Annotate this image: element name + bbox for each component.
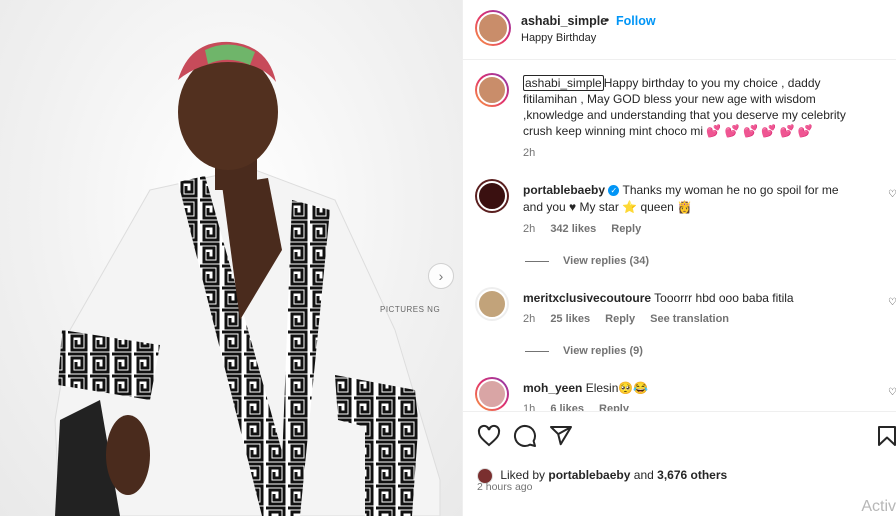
comment-time: 2h <box>523 223 536 235</box>
comment-likes[interactable]: 25 likes <box>550 313 590 325</box>
comment-text: Elesin🥺😂 <box>585 381 649 395</box>
view-replies-button[interactable]: View replies (9) <box>525 345 643 357</box>
comment: portablebaeby ✓ Thanks my woman he no go… <box>523 182 853 216</box>
comment-avatar[interactable] <box>475 287 509 321</box>
comment-likes[interactable]: 6 likes <box>550 403 584 411</box>
comment-avatar[interactable] <box>475 179 509 213</box>
reply-button[interactable]: Reply <box>611 223 641 235</box>
next-image-button[interactable]: › <box>428 263 454 289</box>
post-side-panel: ashabi_simple • Follow Happy Birthday as… <box>462 0 896 516</box>
see-translation-button[interactable]: See translation <box>650 313 729 325</box>
caption-time: 2h <box>523 147 536 159</box>
reply-button[interactable]: Reply <box>605 313 635 325</box>
replies-divider-line <box>525 260 549 262</box>
liked-by-others[interactable]: 3,676 others <box>657 468 727 482</box>
bookmark-icon[interactable] <box>875 424 896 448</box>
post-timestamp: 2 hours ago <box>477 481 533 493</box>
post-header: ashabi_simple • Follow Happy Birthday <box>463 0 896 60</box>
post-subtitle: Happy Birthday <box>521 32 597 44</box>
comment-meta: 1h 6 likes Reply <box>523 403 641 411</box>
author-avatar[interactable] <box>475 10 511 46</box>
share-icon[interactable] <box>549 424 573 448</box>
liked-by-username[interactable]: portablebaeby <box>548 468 630 482</box>
author-username[interactable]: ashabi_simple <box>521 14 607 28</box>
comment-icon[interactable] <box>513 424 537 448</box>
view-replies-button[interactable]: View replies (34) <box>525 255 649 267</box>
comment-time: 2h <box>523 313 536 325</box>
follow-button[interactable]: Follow <box>616 14 656 28</box>
comment-time: 1h <box>523 403 536 411</box>
caption-meta: 2h <box>523 147 547 159</box>
comment-likes[interactable]: 342 likes <box>550 223 596 235</box>
comment: moh_yeen Elesin🥺😂 <box>523 380 853 397</box>
comment: meritxclusivecoutoure Tooorrr hbd ooo ba… <box>523 290 853 307</box>
comment-like-heart-icon[interactable]: ♡ <box>888 189 896 200</box>
comment-avatar[interactable] <box>475 377 509 411</box>
chevron-right-icon: › <box>438 268 444 284</box>
person-illustration <box>54 41 441 516</box>
heart-icon[interactable] <box>477 424 501 448</box>
replies-divider-line <box>525 350 549 352</box>
comment-meta: 2h 25 likes Reply See translation <box>523 313 741 325</box>
verified-badge-icon: ✓ <box>608 185 620 196</box>
photo-watermark: PICTURES NG <box>380 305 441 314</box>
post-actions: Liked by portablebaeby and 3,676 others … <box>463 411 896 516</box>
comment-text: Tooorrr hbd ooo baba fitila <box>654 291 794 305</box>
caption-avatar[interactable] <box>475 73 509 107</box>
liked-by-and: and <box>633 468 654 483</box>
comment-like-heart-icon[interactable]: ♡ <box>888 387 896 398</box>
caption-username[interactable]: ashabi_simple <box>523 75 604 91</box>
comment-like-heart-icon[interactable]: ♡ <box>888 297 896 308</box>
windows-activation-watermark: Activ <box>861 498 896 515</box>
reply-button[interactable]: Reply <box>599 403 629 411</box>
comment-username[interactable]: moh_yeen <box>523 381 582 395</box>
comment-username[interactable]: meritxclusivecoutoure <box>523 291 651 305</box>
comment-meta: 2h 342 likes Reply <box>523 223 653 235</box>
post-photo[interactable]: PICTURES NG › <box>0 0 462 516</box>
comment-username[interactable]: portablebaeby <box>523 183 605 197</box>
comments-list[interactable]: ashabi_simple Happy birthday to you my ch… <box>463 61 896 411</box>
caption: ashabi_simple Happy birthday to you my ch… <box>523 75 868 139</box>
separator-dot: • <box>605 13 610 27</box>
